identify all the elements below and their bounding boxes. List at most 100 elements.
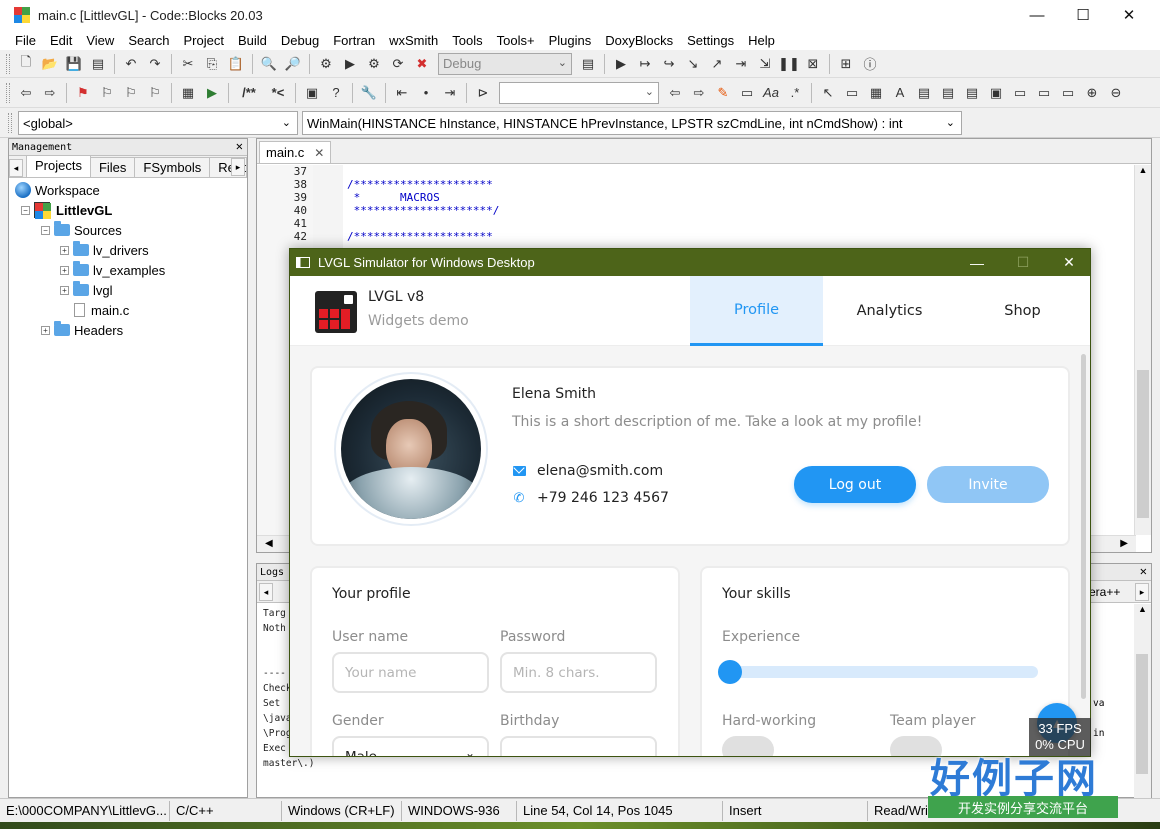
- hardworking-switch[interactable]: [722, 736, 774, 756]
- target-options-icon[interactable]: ▤: [578, 54, 598, 74]
- scroll-right-icon[interactable]: ▶: [1120, 538, 1128, 549]
- menu-doxyblocks[interactable]: DoxyBlocks: [598, 33, 680, 48]
- gender-dropdown[interactable]: Male ⌄: [332, 736, 489, 756]
- replace-icon[interactable]: 🔎: [283, 54, 303, 74]
- username-input[interactable]: Your name: [332, 652, 489, 693]
- regex-icon[interactable]: .*: [785, 83, 805, 103]
- menu-build[interactable]: Build: [231, 33, 274, 48]
- undo-icon[interactable]: ↶: [121, 54, 141, 74]
- password-input[interactable]: Min. 8 chars.: [500, 652, 657, 693]
- maximize-button[interactable]: ☐: [1060, 0, 1106, 30]
- highlight-icon[interactable]: ✎: [713, 83, 733, 103]
- tab-scroll-right-icon[interactable]: ▸: [231, 158, 245, 176]
- close-tab-icon[interactable]: ✕: [314, 146, 324, 160]
- copy-icon[interactable]: ⎘: [202, 54, 222, 74]
- expand-icon[interactable]: +: [41, 325, 50, 335]
- scroll-left-icon[interactable]: ◀: [265, 538, 273, 549]
- menu-fortran[interactable]: Fortran: [326, 33, 382, 48]
- widget-box4-icon[interactable]: ▣: [986, 83, 1006, 103]
- toolbar-grip[interactable]: [6, 53, 10, 74]
- log-vertical-scrollbar[interactable]: ▲: [1134, 604, 1151, 798]
- tree-lv-drivers[interactable]: + lv_drivers: [9, 240, 247, 260]
- widget-box3-icon[interactable]: ▤: [962, 83, 982, 103]
- tree-main-c[interactable]: main.c: [9, 300, 247, 320]
- bookmark-toggle-icon[interactable]: ⚑: [73, 83, 93, 103]
- line-comment-button[interactable]: *<: [267, 83, 289, 103]
- jump-back-icon[interactable]: ⇦: [16, 83, 36, 103]
- wrench-icon[interactable]: 🔧: [359, 83, 379, 103]
- tree-workspace[interactable]: Workspace: [9, 180, 247, 200]
- tree-sources[interactable]: − Sources: [9, 220, 247, 240]
- step-into-icon[interactable]: ↘: [683, 54, 703, 74]
- doxy-wizard-icon[interactable]: ▦: [178, 83, 198, 103]
- tree-lvgl[interactable]: + lvgl: [9, 280, 247, 300]
- menu-tools-plus[interactable]: Tools+: [490, 33, 542, 48]
- find-icon[interactable]: 🔍: [259, 54, 279, 74]
- experience-slider[interactable]: [722, 666, 1038, 678]
- expand-icon[interactable]: +: [60, 285, 69, 295]
- prev-function-icon[interactable]: ⇤: [392, 83, 412, 103]
- next-instruction-icon[interactable]: ⇥: [731, 54, 751, 74]
- collapse-icon[interactable]: −: [21, 205, 30, 215]
- zoom-out-icon[interactable]: ⊖: [1106, 83, 1126, 103]
- step-out-icon[interactable]: ↗: [707, 54, 727, 74]
- collapse-icon[interactable]: −: [41, 225, 50, 235]
- editor-tab-main-c[interactable]: main.c ✕: [259, 141, 332, 163]
- paste-icon[interactable]: 📋: [226, 54, 246, 74]
- bookmark-clear-icon[interactable]: ⚐: [145, 83, 165, 103]
- simulator-close-button[interactable]: ✕: [1046, 249, 1090, 276]
- chm-help-icon[interactable]: ?: [326, 83, 346, 103]
- next-line-icon[interactable]: ↪: [659, 54, 679, 74]
- scroll-up-icon[interactable]: ▲: [1134, 604, 1151, 614]
- tree-lv-examples[interactable]: + lv_examples: [9, 260, 247, 280]
- toolbar-grip[interactable]: [8, 113, 12, 133]
- widget-frame2-icon[interactable]: ▭: [1034, 83, 1054, 103]
- menu-file[interactable]: File: [8, 33, 43, 48]
- menu-search[interactable]: Search: [121, 33, 176, 48]
- close-icon[interactable]: ✕: [236, 139, 243, 153]
- run-to-cursor-icon[interactable]: ↦: [635, 54, 655, 74]
- save-icon[interactable]: 💾: [64, 54, 84, 74]
- expand-icon[interactable]: +: [60, 245, 69, 255]
- debug-windows-icon[interactable]: ⊞: [836, 54, 856, 74]
- pause-icon[interactable]: ❚❚: [778, 54, 800, 74]
- open-folder-icon[interactable]: 📂: [40, 54, 60, 74]
- bookmark-next-icon[interactable]: ⚐: [121, 83, 141, 103]
- logout-button[interactable]: Log out: [794, 466, 916, 503]
- cut-icon[interactable]: ✂: [178, 54, 198, 74]
- menu-view[interactable]: View: [79, 33, 121, 48]
- menu-settings[interactable]: Settings: [680, 33, 741, 48]
- tab-scroll-left-icon[interactable]: ◂: [259, 583, 273, 601]
- scroll-thumb[interactable]: [1137, 370, 1149, 518]
- minimize-button[interactable]: —: [1014, 0, 1060, 30]
- block-comment-button[interactable]: /**: [235, 83, 263, 103]
- new-file-icon[interactable]: 🗋: [16, 54, 36, 74]
- editor-vertical-scrollbar[interactable]: ▲: [1134, 165, 1151, 535]
- close-icon[interactable]: ✕: [1140, 564, 1147, 578]
- debug-run-icon[interactable]: ▶: [611, 54, 631, 74]
- rebuild-icon[interactable]: ⟳: [388, 54, 408, 74]
- build-target-select[interactable]: Debug ⌄: [438, 52, 572, 75]
- dot-icon[interactable]: •: [416, 83, 436, 103]
- slider-knob[interactable]: [718, 660, 742, 684]
- menu-wxsmith[interactable]: wxSmith: [382, 33, 445, 48]
- expand-icon[interactable]: +: [60, 265, 69, 275]
- abort-icon[interactable]: ✖: [412, 54, 432, 74]
- menu-plugins[interactable]: Plugins: [542, 33, 599, 48]
- toolbar-grip[interactable]: [6, 82, 10, 103]
- info-icon[interactable]: ⓘ: [860, 54, 880, 74]
- content-scrollbar[interactable]: [1081, 354, 1086, 699]
- scroll-up-icon[interactable]: ▲: [1135, 165, 1151, 175]
- code-text[interactable]: /********************* * MACROS ********…: [347, 165, 499, 243]
- widget-text-icon[interactable]: A: [890, 83, 910, 103]
- build-run-icon[interactable]: ⚙: [364, 54, 384, 74]
- run-icon[interactable]: ▶: [340, 54, 360, 74]
- build-gear-icon[interactable]: ⚙: [316, 54, 336, 74]
- zoom-in-icon[interactable]: ⊕: [1082, 83, 1102, 103]
- tab-scroll-left-icon[interactable]: ◂: [9, 159, 23, 177]
- widget-box1-icon[interactable]: ▤: [914, 83, 934, 103]
- pointer-icon[interactable]: ↖: [818, 83, 838, 103]
- tab-projects[interactable]: Projects: [26, 155, 91, 177]
- widget-frame3-icon[interactable]: ▭: [1058, 83, 1078, 103]
- incremental-search-input[interactable]: ⌄: [499, 81, 659, 104]
